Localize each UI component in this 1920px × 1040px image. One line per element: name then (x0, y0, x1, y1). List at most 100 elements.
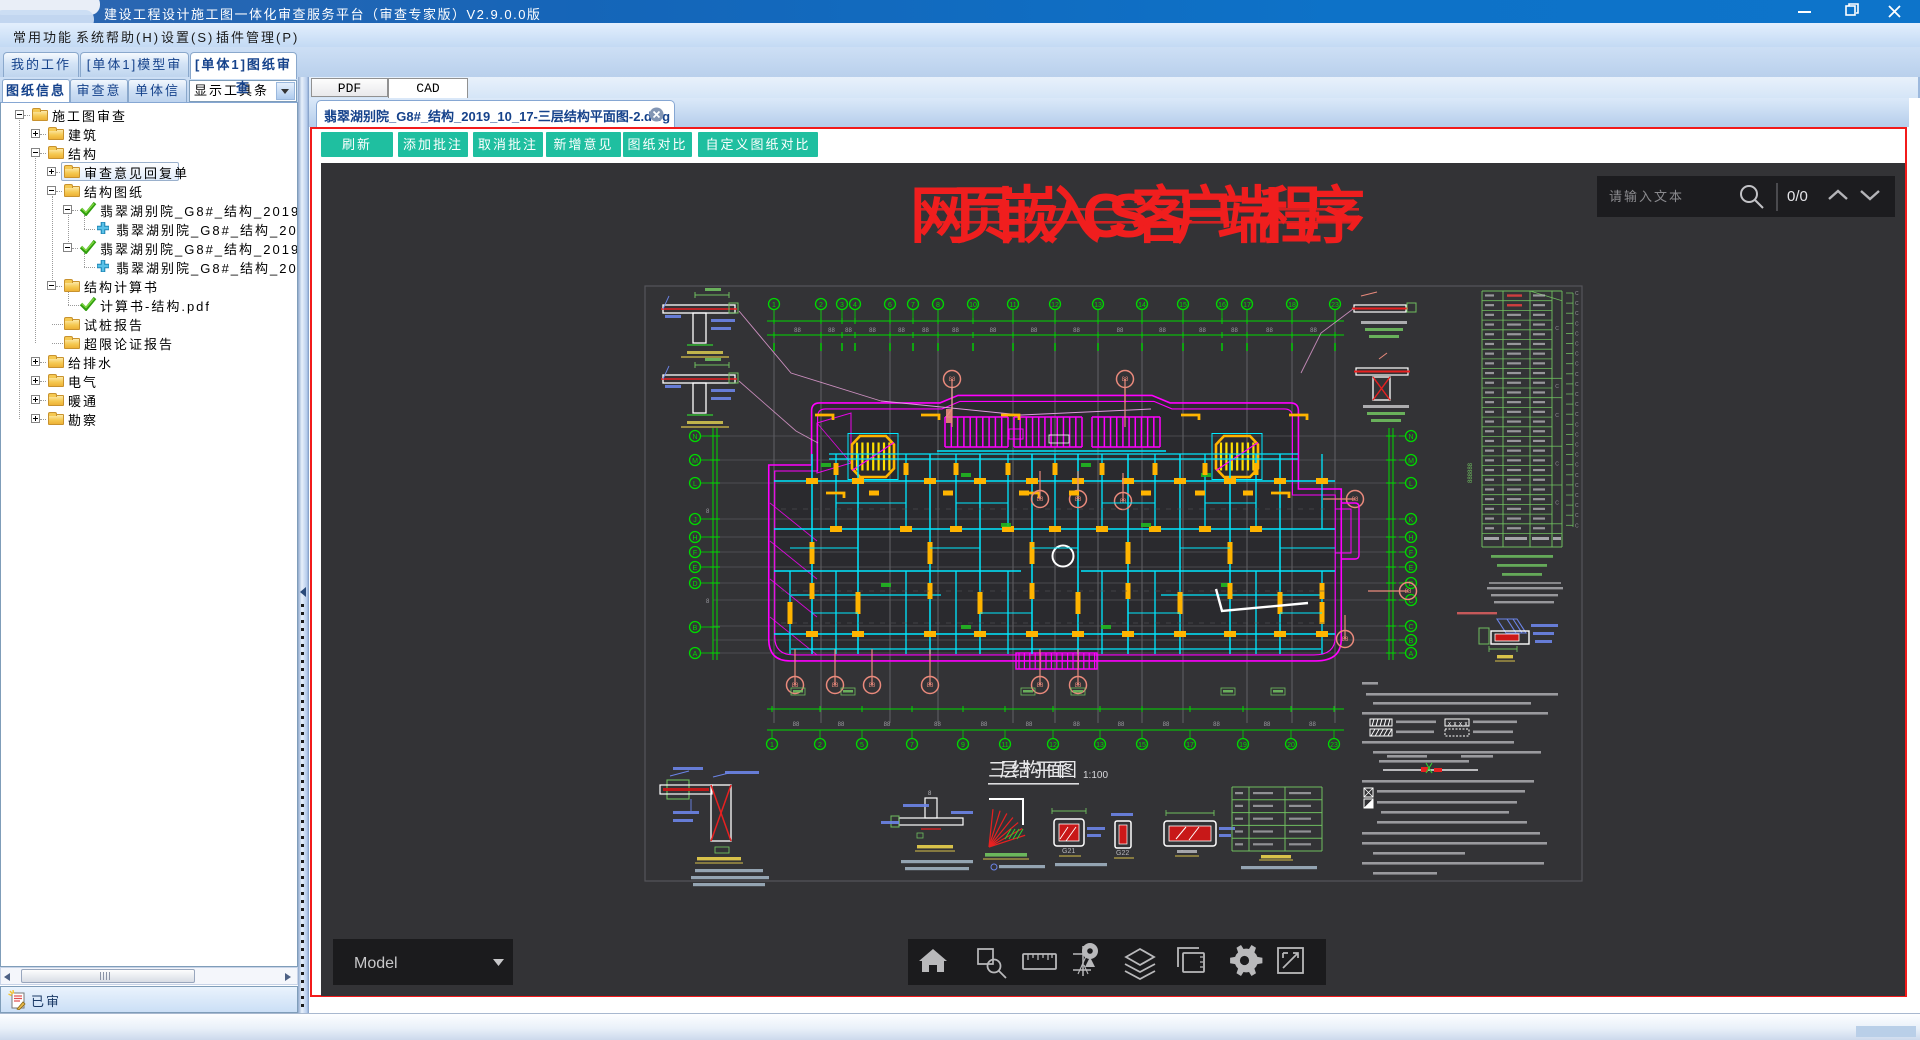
svg-text:88: 88 (1073, 722, 1080, 728)
svg-text:88: 88 (1352, 497, 1359, 503)
svg-text:F: F (1409, 550, 1413, 557)
svg-text:7: 7 (911, 302, 915, 309)
svg-text:C: C (1575, 301, 1579, 307)
svg-text:88: 88 (1122, 377, 1129, 383)
svg-text:5: 5 (860, 742, 864, 749)
svg-text:88: 88 (898, 328, 905, 334)
svg-text:20: 20 (1287, 742, 1295, 749)
svg-text:1: 1 (770, 742, 774, 749)
svg-text:88: 88 (1405, 589, 1412, 595)
svg-text:L: L (693, 481, 697, 488)
svg-text:C: C (1555, 462, 1559, 468)
svg-text:C: C (1575, 463, 1579, 469)
svg-text:8: 8 (706, 599, 710, 605)
svg-text:M: M (692, 458, 698, 465)
svg-text:88: 88 (1213, 722, 1220, 728)
svg-text:17: 17 (1243, 302, 1251, 309)
svg-text:C: C (1575, 412, 1579, 418)
svg-text:C: C (1575, 362, 1579, 368)
svg-text:88: 88 (1031, 328, 1038, 334)
svg-text:C: C (1575, 473, 1579, 479)
svg-text:88: 88 (1310, 328, 1317, 334)
svg-text:88: 88 (1026, 722, 1033, 728)
svg-text:C: C (1575, 523, 1579, 529)
svg-text:12: 12 (1049, 742, 1057, 749)
svg-text:8: 8 (928, 791, 932, 797)
svg-text:N: N (1408, 434, 1413, 441)
svg-text:88: 88 (922, 328, 929, 334)
svg-text:2: 2 (819, 302, 823, 309)
svg-text:C: C (1555, 413, 1559, 419)
svg-text:88: 88 (1309, 722, 1316, 728)
svg-text:88: 88 (838, 722, 845, 728)
svg-text:C: C (1575, 352, 1579, 358)
svg-text:C: C (1408, 624, 1413, 631)
svg-text:C: C (1575, 392, 1579, 398)
svg-text:C: C (1575, 342, 1579, 348)
svg-text:C: C (1555, 326, 1559, 332)
svg-text:x: x (1448, 722, 1451, 728)
svg-text:13: 13 (1096, 742, 1104, 749)
svg-text:88: 88 (1118, 722, 1125, 728)
svg-text:C: C (1555, 500, 1559, 506)
svg-text:N: N (692, 434, 697, 441)
svg-text:88: 88 (793, 722, 800, 728)
svg-text:G22: G22 (1116, 850, 1129, 857)
svg-text:A: A (693, 651, 698, 658)
svg-text:L: L (1409, 481, 1413, 488)
svg-text:C: C (1575, 422, 1579, 428)
svg-text:88: 88 (1120, 499, 1127, 505)
svg-text:88: 88 (1266, 328, 1273, 334)
svg-text:x: x (1465, 722, 1468, 728)
svg-text:1:100: 1:100 (1083, 770, 1108, 781)
svg-text:888888: 888888 (1468, 462, 1474, 483)
svg-text:88: 88 (884, 722, 891, 728)
svg-text:16: 16 (1218, 302, 1226, 309)
svg-text:Model: Model (354, 955, 398, 972)
svg-text:G21: G21 (1062, 848, 1075, 855)
svg-text:C: C (1575, 311, 1579, 317)
svg-text:19: 19 (1239, 742, 1247, 749)
svg-text:C: C (1575, 493, 1579, 499)
svg-text:88: 88 (1199, 328, 1206, 334)
svg-text:88: 88 (828, 328, 835, 334)
svg-text:88: 88 (1075, 497, 1082, 503)
svg-text:88: 88 (794, 328, 801, 334)
svg-text:15: 15 (1179, 302, 1187, 309)
svg-text:88: 88 (869, 683, 876, 689)
svg-text:请输入文本: 请输入文本 (1609, 189, 1684, 204)
svg-text:88: 88 (1159, 328, 1166, 334)
svg-text:C: C (1575, 503, 1579, 509)
svg-text:C: C (1575, 321, 1579, 327)
svg-text:88: 88 (832, 683, 839, 689)
svg-text:D: D (692, 581, 697, 588)
svg-text:C: C (1575, 331, 1579, 337)
svg-text:8: 8 (706, 509, 710, 515)
svg-text:23: 23 (1331, 302, 1339, 309)
svg-text:88: 88 (1037, 683, 1044, 689)
svg-text:C: C (1575, 372, 1579, 378)
svg-text:x: x (1454, 722, 1457, 728)
svg-text:88: 88 (1117, 328, 1124, 334)
svg-text:88: 88 (949, 377, 956, 383)
svg-text:E: E (1409, 565, 1414, 572)
svg-text:C: C (1575, 453, 1579, 459)
svg-text:88: 88 (1163, 722, 1170, 728)
svg-text:B: B (1409, 638, 1414, 645)
svg-text:88: 88 (1264, 722, 1271, 728)
svg-text:C: C (1575, 443, 1579, 449)
svg-text:15: 15 (1138, 742, 1146, 749)
svg-text:C: C (1575, 513, 1579, 519)
svg-text:6: 6 (888, 302, 892, 309)
svg-text:8: 8 (936, 302, 940, 309)
svg-text:E: E (693, 565, 698, 572)
svg-text:88: 88 (934, 722, 941, 728)
svg-text:C: C (1555, 384, 1559, 390)
svg-text:C: C (1575, 402, 1579, 408)
svg-text:88: 88 (1037, 497, 1044, 503)
svg-text:1: 1 (772, 302, 776, 309)
svg-text:88: 88 (952, 328, 959, 334)
svg-text:10: 10 (969, 302, 977, 309)
svg-text:11: 11 (1009, 302, 1016, 309)
svg-text:2: 2 (818, 742, 822, 749)
